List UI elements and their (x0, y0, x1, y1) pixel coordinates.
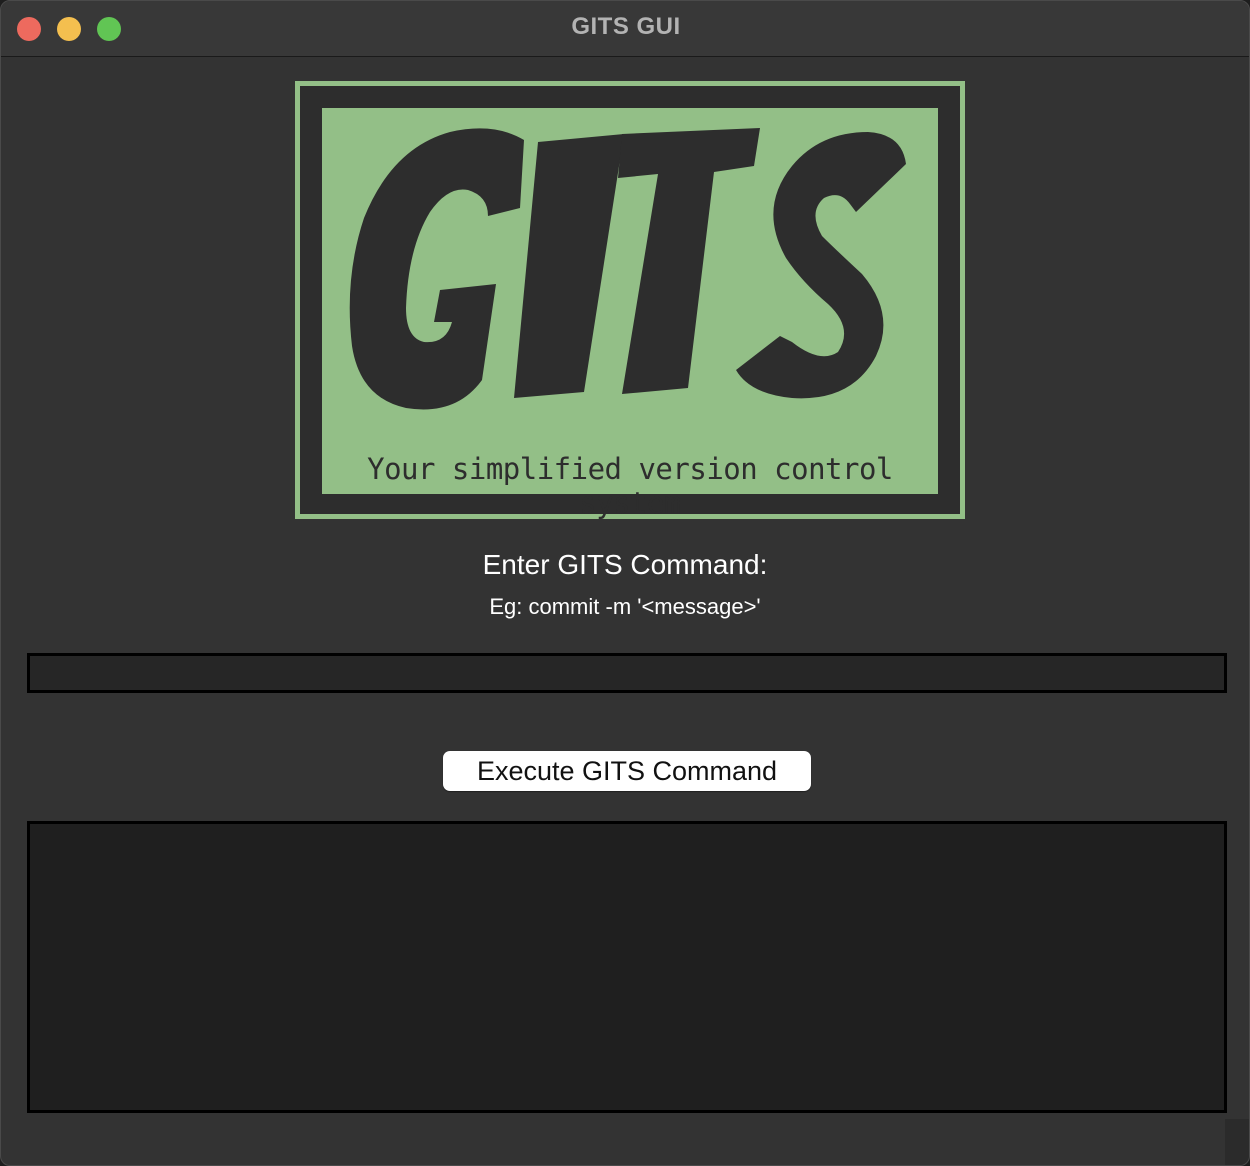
logo-tagline: Your simplified version control system (367, 452, 893, 520)
command-output-area[interactable] (27, 821, 1227, 1113)
logo-background: Your simplified version control system (322, 108, 938, 520)
command-input[interactable] (27, 653, 1227, 693)
gits-wordmark-icon (349, 128, 906, 410)
gits-logo: Your simplified version control system (295, 81, 965, 520)
command-prompt-label: Enter GITS Command: (482, 549, 768, 580)
window-resize-corner[interactable] (1225, 1119, 1249, 1165)
title-bar[interactable]: GITS GUI (1, 1, 1249, 57)
command-example-text: Eg: commit -m '<message>' (489, 594, 761, 619)
window-title: GITS GUI (571, 13, 681, 40)
execute-command-button[interactable]: Execute GITS Command (443, 751, 811, 791)
app-window: GITS GUI Your simplified version control… (0, 0, 1250, 1166)
